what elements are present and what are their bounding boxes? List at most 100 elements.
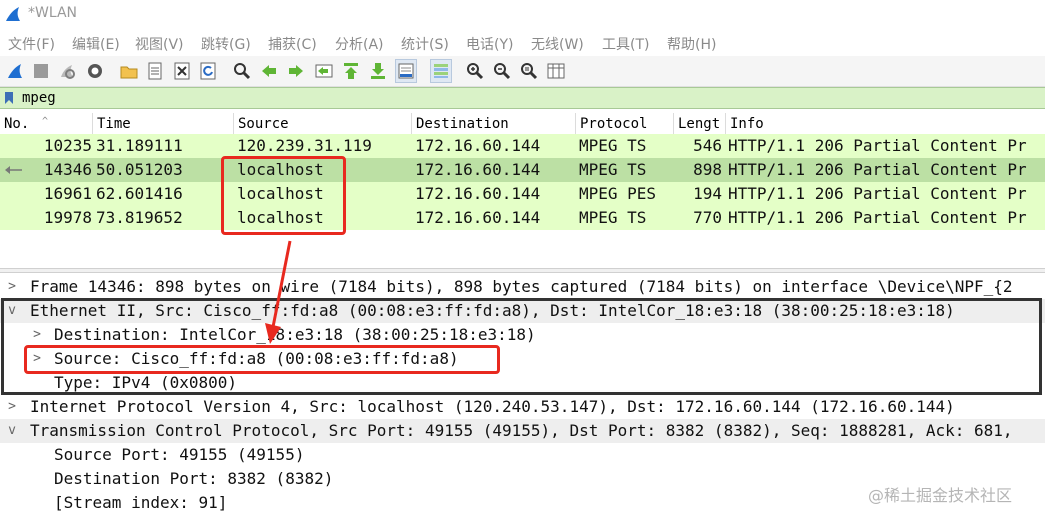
tree-node-eth-type[interactable]: Type: IPv4 (0x0800) xyxy=(0,371,1045,395)
cell-length: 770 xyxy=(693,208,722,227)
autoscroll-icon xyxy=(398,63,414,79)
tree-node-eth-destination[interactable]: > Destination: IntelCor_18:e3:18 (38:00:… xyxy=(0,323,1045,347)
collapse-caret-icon[interactable]: v xyxy=(4,299,20,323)
reload-file-button[interactable] xyxy=(197,59,219,83)
menu-edit[interactable]: 编辑(E) xyxy=(72,34,120,54)
tree-node-label: Destination Port: 8382 (8382) xyxy=(54,469,334,488)
menu-file[interactable]: 文件(F) xyxy=(8,34,55,54)
packet-row[interactable]: 10235 31.189111 120.239.31.119 172.16.60… xyxy=(0,134,1045,158)
last-packet-button[interactable] xyxy=(367,59,389,83)
title-bar: *WLAN xyxy=(0,0,1045,30)
packet-row[interactable]: 19978 73.819652 localhost 172.16.60.144 … xyxy=(0,206,1045,230)
cell-info: HTTP/1.1 206 Partial Content Pr xyxy=(728,160,1027,179)
menu-statistics[interactable]: 统计(S) xyxy=(401,34,449,54)
menu-telephony[interactable]: 电话(Y) xyxy=(466,34,513,54)
tree-node-label: Transmission Control Protocol, Src Port:… xyxy=(30,421,1013,440)
tree-node-label: Type: IPv4 (0x0800) xyxy=(54,373,238,392)
tree-node-eth-source[interactable]: > Source: Cisco_ff:fd:a8 (00:08:e3:ff:fd… xyxy=(0,347,1045,371)
tree-node-ipv4[interactable]: > Internet Protocol Version 4, Src: loca… xyxy=(0,395,1045,419)
stop-capture-button[interactable] xyxy=(30,59,52,83)
forward-arrow-icon xyxy=(289,65,303,77)
zoom-in-icon xyxy=(467,63,484,80)
zoom-out-button[interactable] xyxy=(491,59,513,83)
display-filter-input[interactable] xyxy=(18,88,1045,108)
column-header-label: No. xyxy=(4,116,30,132)
bookmark-icon[interactable] xyxy=(4,91,14,105)
tree-node-ethernet[interactable]: v Ethernet II, Src: Cisco_ff:fd:a8 (00:0… xyxy=(0,299,1045,323)
auto-scroll-button[interactable] xyxy=(395,59,417,83)
menu-wireless[interactable]: 无线(W) xyxy=(531,34,584,54)
open-file-button[interactable] xyxy=(118,59,140,83)
cell-time: 73.819652 xyxy=(96,208,183,227)
zoom-in-button[interactable] xyxy=(464,59,486,83)
menu-analyze[interactable]: 分析(A) xyxy=(335,34,384,54)
start-capture-button[interactable] xyxy=(4,59,26,83)
capture-options-button[interactable] xyxy=(84,59,106,83)
find-packet-button[interactable] xyxy=(231,59,253,83)
watermark: @稀土掘金技术社区 xyxy=(868,486,1013,505)
shark-fin-icon xyxy=(8,64,22,78)
go-to-packet-button[interactable] xyxy=(313,59,335,83)
colorize-button[interactable] xyxy=(430,59,452,83)
zoom-reset-button[interactable] xyxy=(518,59,540,83)
column-header-length[interactable]: Lengt xyxy=(673,113,725,136)
options-gear-icon xyxy=(88,64,102,78)
tree-node-label: Source: Cisco_ff:fd:a8 (00:08:e3:ff:fd:a… xyxy=(54,349,459,368)
expand-caret-icon[interactable]: > xyxy=(29,323,45,347)
wireshark-logo-icon xyxy=(6,7,20,21)
column-header-protocol[interactable]: Protocol xyxy=(575,113,673,136)
window-title: *WLAN xyxy=(28,5,78,21)
menu-tools[interactable]: 工具(T) xyxy=(602,34,649,54)
save-file-button[interactable] xyxy=(144,59,166,83)
restart-capture-button[interactable] xyxy=(56,59,78,83)
resize-columns-button[interactable] xyxy=(545,59,567,83)
menu-view[interactable]: 视图(V) xyxy=(135,34,184,54)
expand-caret-icon[interactable]: > xyxy=(4,275,20,299)
first-packet-button[interactable] xyxy=(340,59,362,83)
cell-length: 898 xyxy=(693,160,722,179)
column-header-destination[interactable]: Destination xyxy=(411,113,575,136)
close-file-button[interactable] xyxy=(171,59,193,83)
cell-info: HTTP/1.1 206 Partial Content Pr xyxy=(728,184,1027,203)
tree-node-frame[interactable]: > Frame 14346: 898 bytes on wire (7184 b… xyxy=(0,275,1045,299)
cell-time: 31.189111 xyxy=(96,136,183,155)
cell-destination: 172.16.60.144 xyxy=(415,136,541,155)
first-packet-icon xyxy=(344,63,358,79)
cell-info: HTTP/1.1 206 Partial Content Pr xyxy=(728,136,1027,155)
packet-row-selected[interactable]: 14346 50.051203 localhost 172.16.60.144 … xyxy=(0,158,1045,182)
restart-icon xyxy=(61,65,75,79)
tree-node-tcp-src-port[interactable]: Source Port: 49155 (49155) xyxy=(0,443,1045,467)
goto-packet-icon xyxy=(315,64,333,78)
column-header-no[interactable]: No. ^ xyxy=(0,113,92,136)
packet-row[interactable]: 16961 62.601416 localhost 172.16.60.144 … xyxy=(0,182,1045,206)
collapse-caret-icon[interactable]: v xyxy=(4,419,20,443)
menu-capture[interactable]: 捕获(C) xyxy=(268,34,317,54)
cell-no: 16961 xyxy=(43,184,92,203)
pane-splitter[interactable] xyxy=(0,268,1045,273)
display-filter-bar xyxy=(0,87,1045,109)
go-forward-button[interactable] xyxy=(285,59,307,83)
column-header-source[interactable]: Source xyxy=(233,113,411,136)
column-header-info[interactable]: Info xyxy=(725,113,1045,136)
menu-help[interactable]: 帮助(H) xyxy=(667,34,716,54)
cell-destination: 172.16.60.144 xyxy=(415,184,541,203)
expand-caret-icon[interactable]: > xyxy=(4,395,20,419)
go-back-button[interactable] xyxy=(258,59,280,83)
expand-caret-icon[interactable]: > xyxy=(29,347,45,371)
cell-source: localhost xyxy=(237,160,324,179)
tree-node-label: [Stream index: 91] xyxy=(54,493,228,512)
cell-source: 120.239.31.119 xyxy=(237,136,372,155)
tree-node-tcp[interactable]: v Transmission Control Protocol, Src Por… xyxy=(0,419,1045,443)
resize-columns-icon xyxy=(547,63,565,79)
cell-no: 14346 xyxy=(43,160,92,179)
last-packet-icon xyxy=(371,63,385,79)
tree-node-label: Source Port: 49155 (49155) xyxy=(54,445,305,464)
cell-source: localhost xyxy=(237,208,324,227)
cell-length: 546 xyxy=(693,136,722,155)
column-header-time[interactable]: Time xyxy=(92,113,233,136)
tree-node-label: Internet Protocol Version 4, Src: localh… xyxy=(30,397,955,416)
menu-go[interactable]: 跳转(G) xyxy=(201,34,251,54)
cell-time: 50.051203 xyxy=(96,160,183,179)
cell-no: 19978 xyxy=(43,208,92,227)
find-icon xyxy=(234,63,251,80)
